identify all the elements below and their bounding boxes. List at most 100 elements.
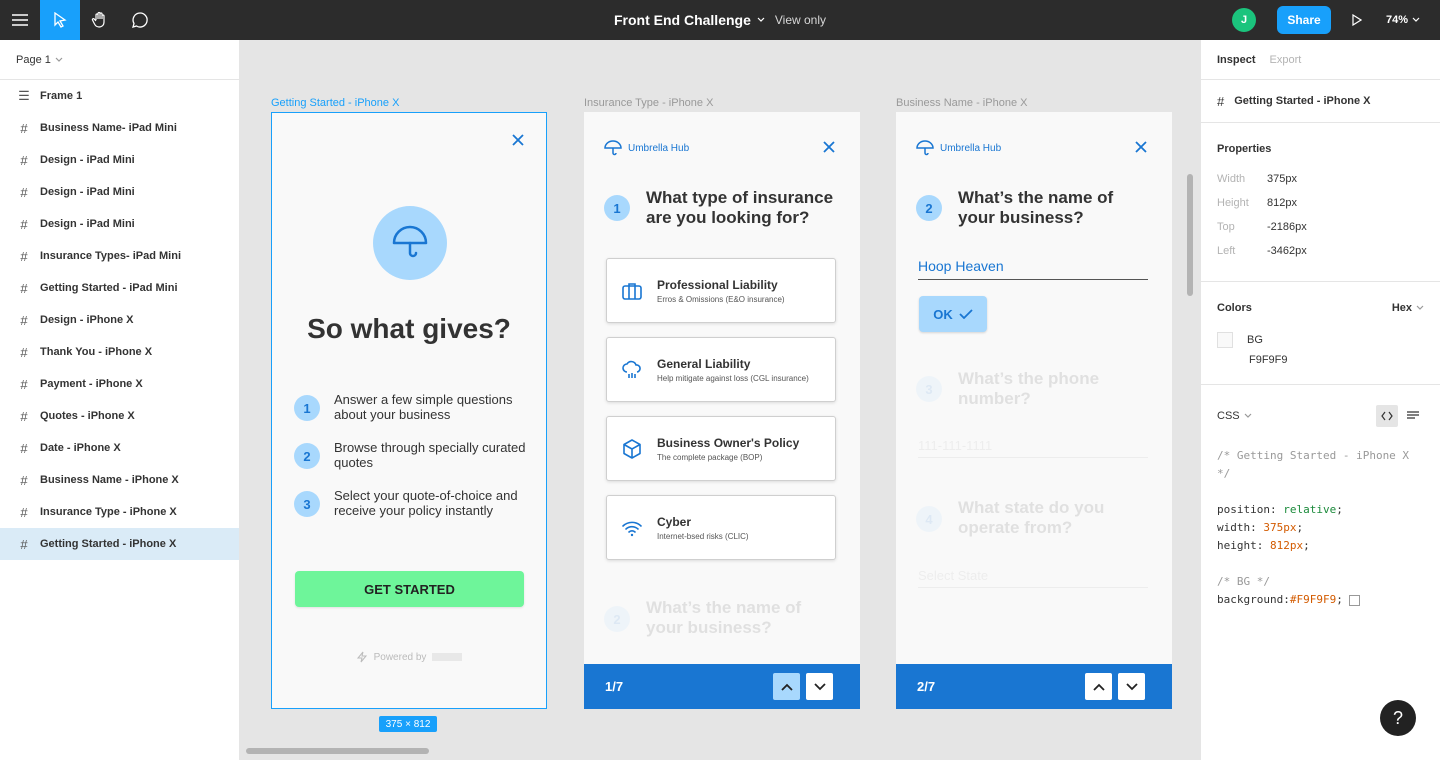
layer-item[interactable]: # Business Name - iPhone X [0, 464, 239, 496]
layer-item[interactable]: # Getting Started - iPad Mini [0, 272, 239, 304]
umbrella-icon [604, 140, 622, 156]
phone-input[interactable]: 111-111-1111 [918, 438, 1148, 458]
business-name-input[interactable]: Hoop Heaven [918, 258, 1148, 280]
avatar[interactable]: J [1232, 8, 1256, 32]
prev-question-button[interactable] [1085, 673, 1112, 700]
layer-item[interactable]: # Design - iPad Mini [0, 144, 239, 176]
step-text: Browse through specially curated quotes [334, 440, 526, 470]
layer-item[interactable]: # Quotes - iPhone X [0, 400, 239, 432]
option-general-liability[interactable]: General Liability Help mitigate against l… [606, 337, 836, 402]
option-cyber[interactable]: Cyber Internet-bsed risks (CLIC) [606, 495, 836, 560]
css-code[interactable]: /* Getting Started - iPhone X */ positio… [1217, 447, 1424, 609]
progress-text: 1/7 [605, 679, 624, 694]
layer-list: ☰ Frame 1 # Business Name- iPad Mini # Design… [0, 80, 239, 560]
code-view-button[interactable] [1376, 405, 1398, 427]
chevron-up-icon [1092, 683, 1105, 691]
option-business-owners-policy[interactable]: Business Owner's Policy The complete pack… [606, 416, 836, 481]
color-value[interactable]: F9F9F9 [1217, 354, 1424, 366]
chevron-down-icon [1412, 17, 1420, 22]
layer-item[interactable]: # Business Name- iPad Mini [0, 112, 239, 144]
layer-item[interactable]: # Design - iPhone X [0, 304, 239, 336]
css-language-select[interactable]: CSS [1217, 410, 1252, 422]
frame-label-business-name[interactable]: Business Name - iPhone X [896, 97, 1027, 109]
panel-tabs: Inspect Export [1201, 40, 1440, 80]
frame-label-insurance-type[interactable]: Insurance Type - iPhone X [584, 97, 713, 109]
ok-button[interactable]: OK [919, 296, 987, 332]
prev-question-button[interactable] [773, 673, 800, 700]
layer-item[interactable]: # Insurance Types- iPad Mini [0, 240, 239, 272]
state-select[interactable]: Select State [918, 568, 1148, 588]
layer-label: Payment - iPhone X [40, 378, 143, 390]
page-name: Page 1 [16, 53, 51, 66]
layer-label: Insurance Type - iPhone X [40, 506, 177, 518]
layer-item[interactable]: # Design - iPad Mini [0, 208, 239, 240]
step-2: 2 Browse through specially curated quote… [294, 440, 534, 470]
prop-value[interactable]: 375px [1267, 173, 1297, 185]
color-format-select[interactable]: Hex [1392, 302, 1424, 314]
umbrella-icon [916, 140, 934, 156]
layer-label: Design - iPad Mini [40, 186, 135, 198]
question-text-4: What state do you operate from? [958, 498, 1105, 537]
frame-business-name[interactable]: Umbrella Hub 2 What’s the name of your b… [896, 112, 1172, 709]
play-icon [1352, 14, 1362, 26]
layer-label: Business Name - iPhone X [40, 474, 179, 486]
layer-label: Business Name- iPad Mini [40, 122, 177, 134]
zoom-menu[interactable]: 74% [1386, 0, 1420, 40]
next-question-button[interactable] [1118, 673, 1145, 700]
layer-item[interactable]: ☰ Frame 1 [0, 80, 239, 112]
tab-export[interactable]: Export [1270, 54, 1302, 66]
css-prop: height: [1217, 539, 1270, 552]
umbrella-badge [373, 206, 447, 280]
frame-getting-started[interactable]: So what gives? 1 Answer a few simple que… [271, 112, 547, 709]
share-button[interactable]: Share [1277, 6, 1331, 34]
frame-icon: ☰ [18, 88, 30, 103]
file-name[interactable]: Front End Challenge [614, 12, 751, 28]
layer-label: Getting Started - iPad Mini [40, 282, 178, 294]
prop-value[interactable]: -2186px [1267, 221, 1307, 233]
layer-item[interactable]: # Thank You - iPhone X [0, 336, 239, 368]
close-icon[interactable] [822, 140, 836, 154]
prop-key: Width [1217, 173, 1246, 185]
briefcase-icon [622, 282, 642, 300]
question-number-4: 4 [916, 506, 942, 532]
hash-icon: # [20, 472, 28, 488]
option-subtitle: Erros & Omissions (E&O insurance) [657, 294, 785, 304]
layer-item[interactable]: # Payment - iPhone X [0, 368, 239, 400]
prop-value[interactable]: 812px [1267, 197, 1297, 209]
view-mode: View only [774, 13, 827, 27]
css-value: 375px [1263, 521, 1297, 534]
next-question-button[interactable] [806, 673, 833, 700]
vertical-scrollbar[interactable] [1187, 174, 1193, 296]
layer-label: Frame 1 [40, 90, 83, 102]
frame-label-getting-started[interactable]: Getting Started - iPhone X [271, 97, 399, 109]
close-icon[interactable] [511, 133, 525, 147]
prop-left: Left -3462px [1217, 239, 1424, 263]
chevron-down-icon[interactable] [757, 17, 765, 23]
layer-item[interactable]: # Insurance Type - iPhone X [0, 496, 239, 528]
cloud-rain-icon [622, 360, 641, 378]
frame-insurance-type[interactable]: Umbrella Hub 1 What type of insurance ar… [584, 112, 860, 709]
close-icon[interactable] [1134, 140, 1148, 154]
layer-label: Design - iPhone X [40, 314, 134, 326]
brand-name: Umbrella Hub [940, 142, 1002, 154]
package-icon [623, 438, 641, 459]
hash-icon: # [20, 248, 28, 264]
layer-item[interactable]: # Getting Started - iPhone X [0, 528, 239, 560]
horizontal-scrollbar[interactable] [246, 748, 429, 754]
inspect-panel: Inspect Export # Getting Started - iPhon… [1200, 40, 1440, 760]
help-button[interactable]: ? [1380, 700, 1416, 736]
layer-item[interactable]: # Design - iPad Mini [0, 176, 239, 208]
prop-value[interactable]: -3462px [1267, 245, 1307, 257]
get-started-button[interactable]: GET STARTED [295, 571, 524, 607]
color-bg-row[interactable]: BG [1217, 328, 1424, 352]
page-selector[interactable]: Page 1 [0, 40, 239, 80]
hash-icon: # [20, 408, 28, 424]
wifi-icon [622, 521, 642, 536]
canvas[interactable]: Getting Started - iPhone X Insurance Typ… [240, 40, 1200, 760]
layer-item[interactable]: # Date - iPhone X [0, 432, 239, 464]
list-view-button[interactable] [1402, 405, 1424, 427]
powered-by: Powered by [272, 651, 546, 663]
tab-inspect[interactable]: Inspect [1217, 54, 1256, 66]
present-button[interactable] [1345, 10, 1369, 30]
option-professional-liability[interactable]: Professional Liability Erros & Omissions … [606, 258, 836, 323]
